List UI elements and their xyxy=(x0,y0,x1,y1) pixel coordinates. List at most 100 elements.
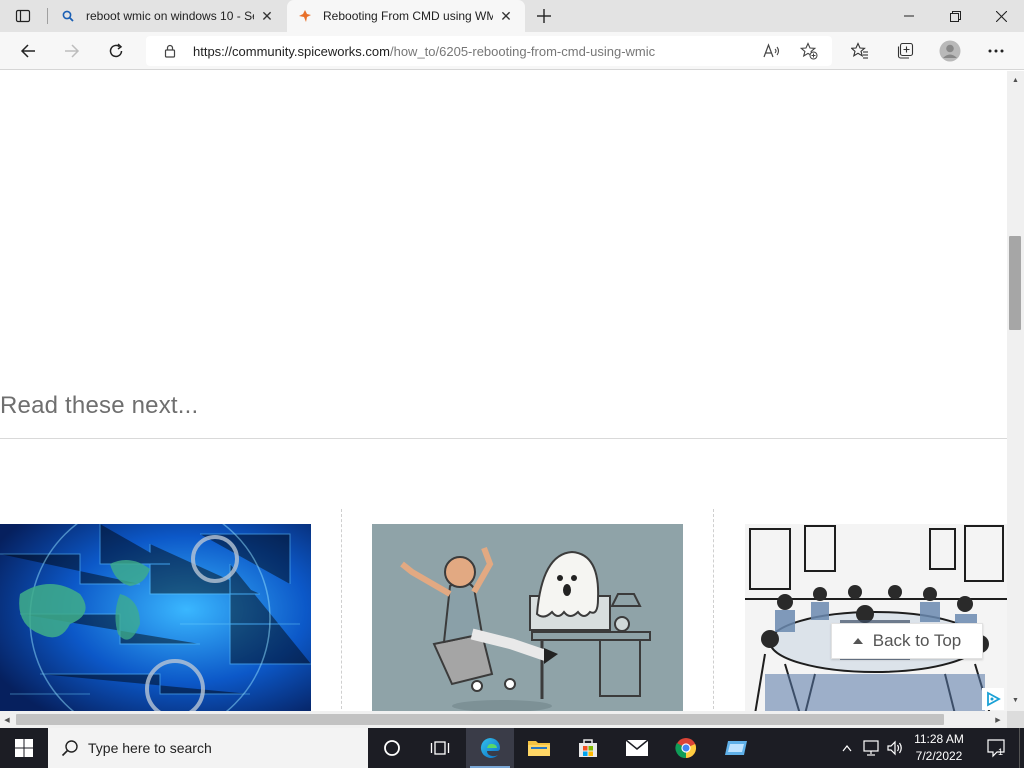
add-favorite-button[interactable] xyxy=(796,39,822,63)
restore-icon xyxy=(949,10,961,22)
collections-icon xyxy=(897,42,914,59)
address-bar[interactable]: https://community.spiceworks.com/how_to/… xyxy=(146,36,832,66)
ghost-computer-illustration xyxy=(372,524,683,711)
speaker-icon xyxy=(887,740,902,756)
cortana-button[interactable] xyxy=(368,728,416,768)
action-center-button[interactable]: 1 xyxy=(980,728,1012,768)
notification-count: 1 xyxy=(998,747,1003,757)
chrome-icon xyxy=(675,738,697,759)
article-card-image-office[interactable] xyxy=(745,524,1007,711)
taskbar-store[interactable] xyxy=(564,728,612,768)
tab-actions-icon xyxy=(15,9,31,23)
clock-date: 7/2/2022 xyxy=(915,749,963,763)
task-view-button[interactable] xyxy=(416,728,464,768)
search-icon xyxy=(60,8,76,24)
show-desktop-button[interactable] xyxy=(1019,728,1024,768)
adchoices-icon[interactable] xyxy=(982,688,1004,710)
new-tab-button[interactable] xyxy=(530,3,558,29)
tab-strip: reboot wmic on windows 10 - Se ✕ Rebooti… xyxy=(0,0,1024,32)
forward-arrow-icon xyxy=(65,44,80,58)
url-text[interactable]: https://community.spiceworks.com/how_to/… xyxy=(193,44,655,59)
taskbar-mail[interactable] xyxy=(613,728,661,768)
tab-title: reboot wmic on windows 10 - Se xyxy=(86,9,254,23)
browser-toolbar: https://community.spiceworks.com/how_to/… xyxy=(0,32,1024,70)
digital-globe-image xyxy=(0,524,311,711)
scroll-down-arrow-icon[interactable]: ▼ xyxy=(1007,693,1024,707)
favorites-button[interactable] xyxy=(844,35,876,67)
minimize-button[interactable] xyxy=(886,0,932,32)
search-icon xyxy=(60,738,80,758)
close-tab-icon[interactable]: ✕ xyxy=(254,3,280,29)
back-button[interactable] xyxy=(12,35,44,67)
store-bag-icon xyxy=(579,739,597,757)
taskbar: Type here to search 11:28 AM 7/2/2022 1 xyxy=(0,728,1024,768)
close-icon xyxy=(995,10,1007,22)
chevron-up-icon xyxy=(842,745,852,752)
screen: reboot wmic on windows 10 - Se ✕ Rebooti… xyxy=(0,0,1024,768)
network-icon xyxy=(863,740,879,756)
taskbar-chrome[interactable] xyxy=(662,728,710,768)
scroll-right-arrow-icon[interactable]: ▶ xyxy=(991,711,1005,728)
taskbar-app[interactable] xyxy=(712,728,760,768)
vertical-scroll-thumb[interactable] xyxy=(1009,236,1021,330)
windows-logo-icon xyxy=(15,739,33,757)
article-card-image-globe[interactable] xyxy=(0,524,311,711)
taskbar-search-box[interactable]: Type here to search xyxy=(48,728,368,768)
card-divider xyxy=(341,509,342,711)
refresh-button[interactable] xyxy=(100,35,132,67)
close-window-button[interactable] xyxy=(978,0,1024,32)
vertical-scrollbar[interactable]: ▲ ▼ xyxy=(1007,71,1024,711)
restore-button[interactable] xyxy=(932,0,978,32)
read-aloud-button[interactable] xyxy=(759,39,785,63)
taskbar-file-explorer[interactable] xyxy=(515,728,563,768)
tab-spiceworks-article[interactable]: Rebooting From CMD using WM ✕ xyxy=(287,0,525,32)
favorites-icon xyxy=(851,42,868,59)
refresh-icon xyxy=(109,43,123,58)
taskbar-clock[interactable]: 11:28 AM 7/2/2022 xyxy=(908,731,970,765)
start-button[interactable] xyxy=(0,728,48,768)
collections-button[interactable] xyxy=(889,35,921,67)
scroll-left-arrow-icon[interactable]: ◀ xyxy=(0,711,14,728)
horizontal-scroll-thumb[interactable] xyxy=(16,714,944,725)
plus-icon xyxy=(537,9,551,23)
url-host: https://community.spiceworks.com xyxy=(193,44,390,59)
tab-search-results[interactable]: reboot wmic on windows 10 - Se ✕ xyxy=(50,0,286,32)
search-placeholder: Type here to search xyxy=(88,740,212,756)
notification-icon: 1 xyxy=(987,739,1005,758)
minimize-icon xyxy=(904,15,914,17)
network-button[interactable] xyxy=(860,728,882,768)
lock-icon[interactable] xyxy=(162,43,178,59)
avatar-icon xyxy=(939,40,961,62)
page-content: Read these next... Back to Top xyxy=(0,71,1007,711)
horizontal-scrollbar[interactable]: ◀ ▶ xyxy=(0,711,1007,728)
show-hidden-icons-button[interactable] xyxy=(838,728,856,768)
url-path: /how_to/6205-rebooting-from-cmd-using-wm… xyxy=(389,44,656,59)
tab-separator xyxy=(47,8,48,24)
volume-button[interactable] xyxy=(884,728,906,768)
read-aloud-icon xyxy=(763,43,780,58)
back-arrow-icon xyxy=(20,44,35,58)
back-to-top-label: Back to Top xyxy=(872,631,962,650)
taskbar-edge[interactable] xyxy=(466,728,514,768)
tab-actions-button[interactable] xyxy=(8,5,38,27)
folder-icon xyxy=(528,741,550,756)
section-divider xyxy=(0,438,1007,439)
star-add-icon xyxy=(800,42,818,60)
ellipsis-icon xyxy=(988,49,1004,53)
mail-icon xyxy=(625,739,649,756)
cortana-icon xyxy=(384,740,400,756)
edge-icon xyxy=(480,738,500,758)
task-view-icon xyxy=(430,741,450,755)
back-to-top-button[interactable]: Back to Top xyxy=(831,623,983,659)
card-divider xyxy=(713,509,714,711)
close-tab-icon[interactable]: ✕ xyxy=(493,3,519,29)
scrollbar-corner xyxy=(1007,711,1024,728)
forward-button[interactable] xyxy=(56,35,88,67)
tab-title: Rebooting From CMD using WM xyxy=(323,9,493,23)
settings-menu-button[interactable] xyxy=(980,35,1012,67)
scroll-up-arrow-icon[interactable]: ▲ xyxy=(1007,73,1024,87)
profile-button[interactable] xyxy=(934,35,966,67)
article-card-image-ghost[interactable] xyxy=(372,524,683,711)
remote-desktop-icon xyxy=(725,741,747,755)
up-arrow-icon xyxy=(852,638,863,644)
